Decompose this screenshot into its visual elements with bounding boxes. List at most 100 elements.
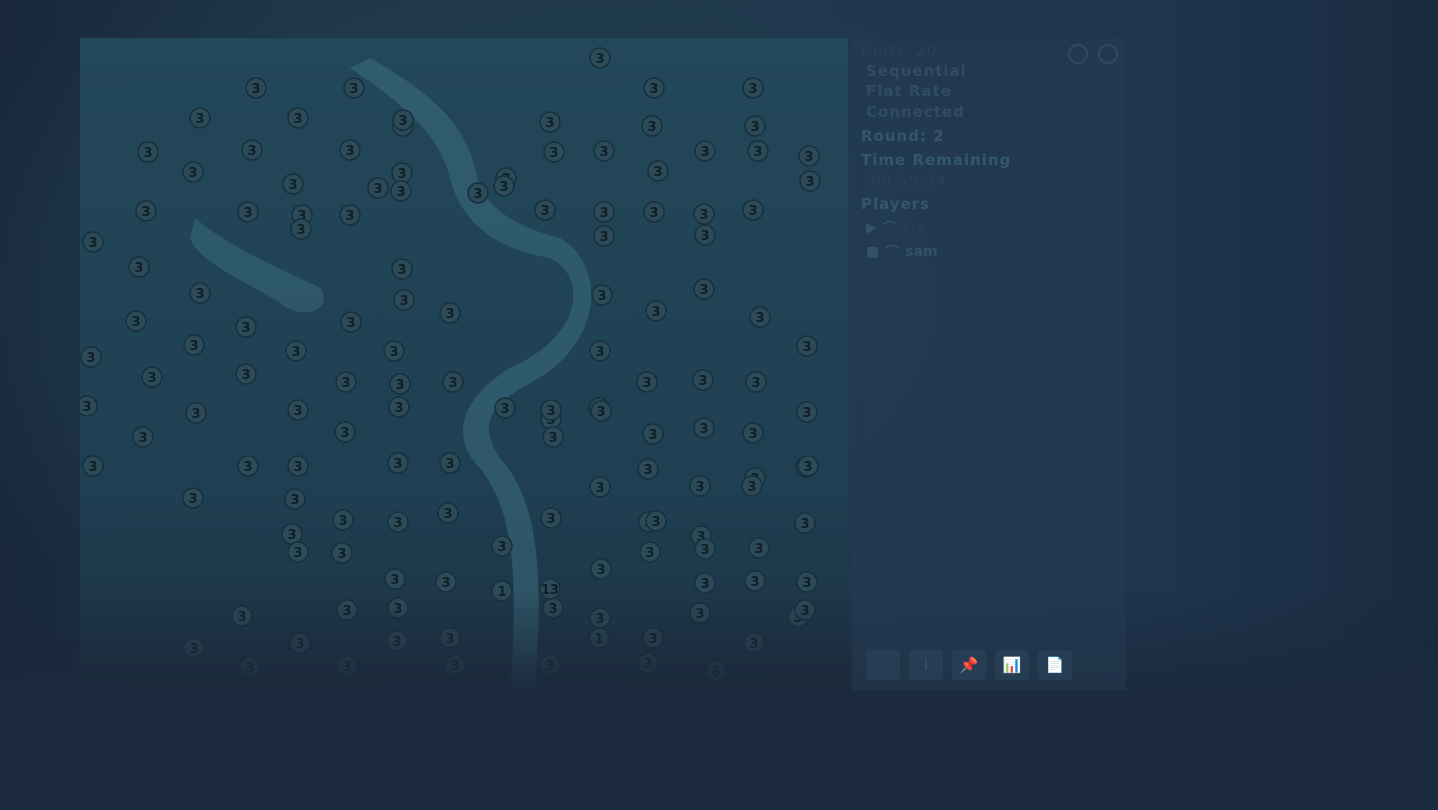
army-count: 3 xyxy=(595,481,604,496)
army-count: 3 xyxy=(251,82,260,97)
units-label: Units: 20 xyxy=(861,42,938,60)
army-count: 1 xyxy=(497,585,506,600)
army-count: 3 xyxy=(241,368,250,383)
army-count: 3 xyxy=(243,460,252,475)
army-count: 3 xyxy=(131,315,140,330)
army-count: 3 xyxy=(748,427,757,442)
army-count: 3 xyxy=(291,345,300,360)
army-count: 3 xyxy=(342,660,351,675)
army-count: 3 xyxy=(295,637,304,652)
circle-control-icon-2[interactable] xyxy=(1098,44,1118,64)
army-count: 3 xyxy=(802,406,811,421)
player-name: sam xyxy=(905,244,938,260)
army-count: 3 xyxy=(88,460,97,475)
army-count: 3 xyxy=(748,204,757,219)
army-count: 1 xyxy=(594,632,603,647)
army-count: 3 xyxy=(287,528,296,543)
army-count: 3 xyxy=(595,345,604,360)
army-count: 3 xyxy=(805,175,814,190)
game-map[interactable]: 3 3 3 3 3 3 3 3 3 3 3 3 3 3 3 3 3 3 3 3 3 3 3 3 3 3 3 3 3 3 3 3 3 3 3 3 3 3 3 3… xyxy=(80,38,848,690)
army-count: 3 xyxy=(395,378,404,393)
army-count: 3 xyxy=(599,206,608,221)
mode-flat-rate: Flat Rate xyxy=(866,82,952,100)
army-count: 3 xyxy=(651,305,660,320)
army-count: 3 xyxy=(596,405,605,420)
time-remaining-label: Time Remaining xyxy=(861,151,1012,169)
player-name: cry xyxy=(902,220,925,236)
army-count: 3 xyxy=(340,426,349,441)
army-count: 3 xyxy=(648,632,657,647)
army-count: 3 xyxy=(188,492,197,507)
army-count: 3 xyxy=(473,187,482,202)
army-count: 3 xyxy=(545,659,554,674)
army-count: 3 xyxy=(643,463,652,478)
army-count: 3 xyxy=(88,236,97,251)
army-count: 3 xyxy=(448,376,457,391)
army-count: 3 xyxy=(393,602,402,617)
army-count: 3 xyxy=(700,577,709,592)
army-count: 3 xyxy=(497,540,506,555)
army-count: 3 xyxy=(651,515,660,530)
stats-button[interactable]: 📊 xyxy=(995,650,1029,680)
army-count: 3 xyxy=(147,371,156,386)
army-count: 3 xyxy=(500,402,509,417)
army-count: 3 xyxy=(695,480,704,495)
army-count: 3 xyxy=(86,351,95,366)
army-count: 3 xyxy=(755,311,764,326)
army-count: 3 xyxy=(293,112,302,127)
circle-control-icon[interactable] xyxy=(1068,44,1088,64)
army-count: 3 xyxy=(750,120,759,135)
army-count: 3 xyxy=(397,263,406,278)
army-count: 3 xyxy=(545,116,554,131)
army-count: 3 xyxy=(800,604,809,619)
history-button[interactable]: 📄 xyxy=(1038,650,1072,680)
army-count: 3 xyxy=(649,82,658,97)
army-count: 3 xyxy=(338,514,347,529)
info-button[interactable]: i xyxy=(909,650,943,680)
army-count: 3 xyxy=(293,460,302,475)
army-count: 3 xyxy=(800,517,809,532)
army-count: 3 xyxy=(597,289,606,304)
army-count: 3 xyxy=(189,339,198,354)
army-count: 3 xyxy=(698,374,707,389)
connection-icon: ⌒ xyxy=(882,221,897,237)
army-count: 3 xyxy=(393,457,402,472)
player-row-sam[interactable]: ■ ⌒ sam xyxy=(866,242,938,262)
army-count: 3 xyxy=(803,460,812,475)
army-count: 3 xyxy=(443,507,452,522)
army-count: 3 xyxy=(237,610,246,625)
army-count: 3 xyxy=(546,404,555,419)
army-count: 3 xyxy=(138,431,147,446)
army-count: 3 xyxy=(143,146,152,161)
army-count: 3 xyxy=(341,376,350,391)
army-count: 6 xyxy=(711,665,720,680)
army-count: 3 xyxy=(245,661,254,676)
army-count: 3 xyxy=(373,182,382,197)
army-count: 3 xyxy=(337,547,346,562)
army-count: 3 xyxy=(195,112,204,127)
army-count: 3 xyxy=(548,602,557,617)
player-row-cry[interactable]: ▶ ⌒ cry xyxy=(866,218,925,238)
pin-button[interactable]: 📌 xyxy=(952,650,986,680)
army-count: 3 xyxy=(349,82,358,97)
army-count: 3 xyxy=(342,604,351,619)
map-canvas[interactable]: 3 3 3 3 3 3 3 3 3 3 3 3 3 3 3 3 3 3 3 3 3 3 3 3 3 3 3 3 3 3 3 3 3 3 3 3 3 3 3 3… xyxy=(80,38,848,690)
army-count: 3 xyxy=(595,52,604,67)
army-count: 3 xyxy=(549,146,558,161)
army-count: 3 xyxy=(390,573,399,588)
army-count: 3 xyxy=(296,223,305,238)
army-count: 3 xyxy=(195,287,204,302)
army-count: 3 xyxy=(648,428,657,443)
army-count: 3 xyxy=(293,404,302,419)
army-count: 3 xyxy=(134,261,143,276)
blank-button[interactable] xyxy=(866,650,900,680)
army-count: 3 xyxy=(695,607,704,622)
army-count: 3 xyxy=(441,576,450,591)
army-count: 3 xyxy=(653,165,662,180)
round-label: Round: 2 xyxy=(861,127,945,145)
army-count: 3 xyxy=(450,659,459,674)
army-count: 3 xyxy=(445,457,454,472)
army-count: 3 xyxy=(645,546,654,561)
army-count: 3 xyxy=(189,642,198,657)
time-remaining-value: 00:59:34 xyxy=(871,172,947,190)
